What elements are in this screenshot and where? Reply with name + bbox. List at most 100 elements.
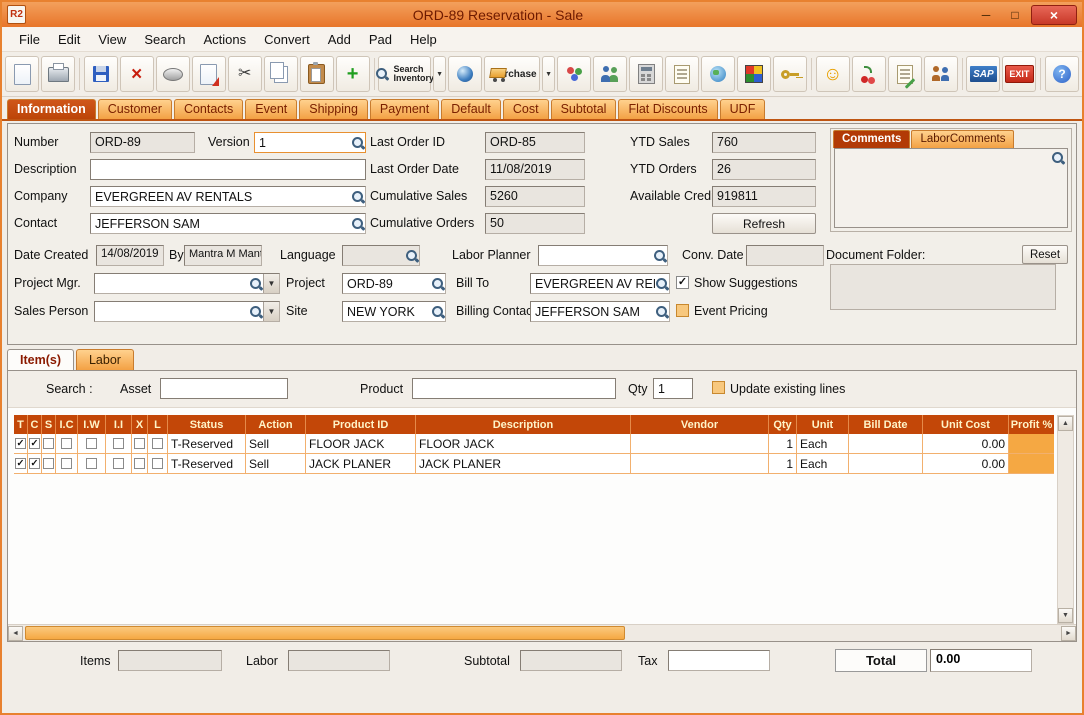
- event-pricing-checkbox[interactable]: [676, 304, 689, 317]
- row-checkbox[interactable]: ✓: [15, 458, 26, 469]
- sales-person-dropdown[interactable]: ▼: [263, 302, 279, 321]
- new-document-button[interactable]: [5, 56, 39, 92]
- search-inventory-dropdown[interactable]: ▼: [433, 56, 446, 92]
- delete-button[interactable]: ×: [120, 56, 154, 92]
- tab-labor-comments[interactable]: LaborComments: [911, 130, 1014, 148]
- column-header-status[interactable]: Status: [168, 415, 246, 434]
- menu-actions[interactable]: Actions: [195, 29, 256, 50]
- tab-contacts[interactable]: Contacts: [174, 99, 243, 119]
- billing-contact-search-icon[interactable]: [655, 305, 669, 319]
- language-search-icon[interactable]: [405, 249, 419, 263]
- purchase-dropdown[interactable]: ▼: [542, 56, 555, 92]
- row-checkbox[interactable]: ✓: [29, 458, 40, 469]
- row-checkbox[interactable]: [61, 458, 72, 469]
- cell-product-id[interactable]: FLOOR JACK: [306, 434, 416, 454]
- row-checkbox[interactable]: [113, 438, 124, 449]
- table-row[interactable]: ✓ ✓ T-Reserved Sell FLOOR JACK FLOOR JAC…: [14, 434, 1054, 454]
- company-search-icon[interactable]: [351, 190, 365, 204]
- menu-search[interactable]: Search: [135, 29, 194, 50]
- cell-qty[interactable]: 1: [769, 454, 797, 474]
- row-checkbox[interactable]: [43, 438, 54, 449]
- total-value-field[interactable]: 0.00: [930, 649, 1032, 672]
- labor-planner-search-icon[interactable]: [653, 249, 667, 263]
- refresh-button[interactable]: Refresh: [712, 213, 816, 234]
- column-header-product-id[interactable]: Product ID: [306, 415, 416, 434]
- row-checkbox[interactable]: [134, 458, 145, 469]
- cell-unit-cost[interactable]: 0.00: [923, 454, 1009, 474]
- add-line-button[interactable]: +: [336, 56, 370, 92]
- subtotal-field[interactable]: [520, 650, 622, 671]
- qty-input[interactable]: [653, 378, 693, 399]
- column-header-description[interactable]: Description: [416, 415, 631, 434]
- description-input[interactable]: [90, 159, 366, 180]
- scan-button[interactable]: [448, 56, 482, 92]
- column-header[interactable]: L: [148, 415, 168, 434]
- scroll-right-button[interactable]: ►: [1061, 626, 1076, 641]
- row-checkbox[interactable]: [152, 458, 163, 469]
- cell-action[interactable]: Sell: [246, 434, 306, 454]
- sap-button[interactable]: SAP: [966, 56, 1000, 92]
- comments-textarea[interactable]: [834, 148, 1068, 228]
- menu-pad[interactable]: Pad: [360, 29, 401, 50]
- contacts-button[interactable]: [593, 56, 627, 92]
- cell-vendor[interactable]: [631, 454, 769, 474]
- product-input[interactable]: [412, 378, 616, 399]
- bill-to-search-icon[interactable]: [655, 277, 669, 291]
- column-header-unit[interactable]: Unit: [797, 415, 849, 434]
- cell-action[interactable]: Sell: [246, 454, 306, 474]
- preview-button[interactable]: [156, 56, 190, 92]
- globe-button[interactable]: [701, 56, 735, 92]
- cell-vendor[interactable]: [631, 434, 769, 454]
- row-checkbox[interactable]: [86, 438, 97, 449]
- row-checkbox[interactable]: [134, 438, 145, 449]
- created-by-field[interactable]: Mantra M Mantra: [184, 245, 262, 266]
- tab-flat-discounts[interactable]: Flat Discounts: [618, 99, 717, 119]
- project-field[interactable]: ORD-89: [342, 273, 446, 294]
- site-search-icon[interactable]: [431, 305, 445, 319]
- calculator-button[interactable]: [629, 56, 663, 92]
- column-header[interactable]: I.I: [106, 415, 132, 434]
- vertical-scrollbar[interactable]: ▲ ▼: [1057, 415, 1074, 624]
- cell-unit-cost[interactable]: 0.00: [923, 434, 1009, 454]
- column-header[interactable]: X: [132, 415, 148, 434]
- contact-field[interactable]: JEFFERSON SAM: [90, 213, 366, 234]
- scroll-down-button[interactable]: ▼: [1058, 608, 1073, 623]
- column-header-qty[interactable]: Qty: [769, 415, 797, 434]
- row-checkbox[interactable]: [61, 438, 72, 449]
- labor-total-field[interactable]: [288, 650, 390, 671]
- asset-input[interactable]: [160, 378, 288, 399]
- tab-shipping[interactable]: Shipping: [299, 99, 368, 119]
- show-suggestions-checkbox[interactable]: ✓: [676, 276, 689, 289]
- scroll-up-button[interactable]: ▲: [1058, 416, 1073, 431]
- sales-person-search-icon[interactable]: [249, 305, 263, 319]
- horizontal-scrollbar[interactable]: ◄ ►: [8, 624, 1076, 641]
- column-header[interactable]: T: [14, 415, 28, 434]
- cell-qty[interactable]: 1: [769, 434, 797, 454]
- cell-product-id[interactable]: JACK PLANER: [306, 454, 416, 474]
- comments-search-icon[interactable]: [1051, 151, 1065, 165]
- conv-date-field[interactable]: [746, 245, 824, 266]
- fruit-button[interactable]: [852, 56, 886, 92]
- column-header[interactable]: I.W: [78, 415, 106, 434]
- tab-payment[interactable]: Payment: [370, 99, 439, 119]
- groups-button[interactable]: [557, 56, 591, 92]
- cut-button[interactable]: ✂: [228, 56, 262, 92]
- maximize-button[interactable]: □: [1002, 6, 1028, 24]
- project-mgr-dropdown[interactable]: ▼: [263, 274, 279, 293]
- company-field[interactable]: EVERGREEN AV RENTALS: [90, 186, 366, 207]
- reset-button[interactable]: Reset: [1022, 245, 1068, 264]
- cell-profit[interactable]: [1009, 434, 1054, 454]
- row-checkbox[interactable]: [152, 438, 163, 449]
- menu-edit[interactable]: Edit: [49, 29, 89, 50]
- row-checkbox[interactable]: ✓: [15, 438, 26, 449]
- number-field[interactable]: ORD-89: [90, 132, 195, 153]
- export-button[interactable]: [192, 56, 226, 92]
- key-button[interactable]: [773, 56, 807, 92]
- close-button[interactable]: ×: [1031, 5, 1077, 25]
- tab-customer[interactable]: Customer: [98, 99, 172, 119]
- column-header-vendor[interactable]: Vendor: [631, 415, 769, 434]
- tab-event[interactable]: Event: [245, 99, 297, 119]
- menu-convert[interactable]: Convert: [255, 29, 319, 50]
- column-header[interactable]: C: [28, 415, 42, 434]
- search-inventory-button[interactable]: Search Inventory: [378, 56, 431, 92]
